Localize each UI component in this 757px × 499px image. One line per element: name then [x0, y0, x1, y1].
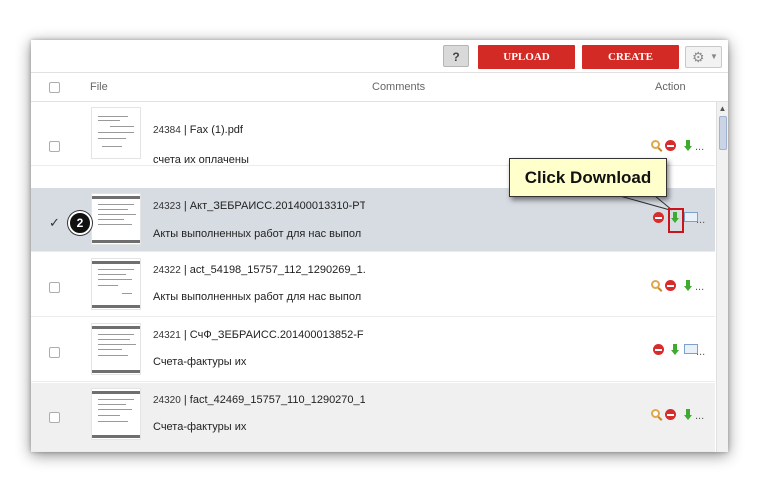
gear-icon: ⚙	[692, 49, 705, 65]
file-comment: счета их оплачены	[153, 154, 249, 166]
delete-icon[interactable]	[653, 344, 664, 355]
more-actions[interactable]: ...	[696, 215, 705, 226]
table-row[interactable]: 24322 | act_54198_15757_112_1290269_1. А…	[31, 253, 715, 317]
file-id: 24323	[153, 201, 181, 212]
delete-icon[interactable]	[653, 212, 664, 223]
table-row[interactable]: 24384 | Fax (1).pdf счета их оплачены ..…	[31, 102, 715, 166]
file-name-text: fact_42469_15757_110_1290270_1	[189, 394, 365, 406]
file-name[interactable]: 24384 | Fax (1).pdf	[153, 124, 365, 137]
file-thumbnail[interactable]	[91, 193, 141, 245]
file-name-text: Fax (1).pdf	[189, 124, 243, 136]
row-checkbox[interactable]	[49, 282, 60, 293]
column-header-action: Action	[655, 81, 686, 93]
file-thumbnail[interactable]	[91, 107, 141, 159]
file-manager-panel: ? UPLOAD CREATE ⚙ ▼ File Comments Action…	[31, 40, 728, 452]
file-name-text: СчФ_ЗЕБРАИСС.201400013852-F	[189, 329, 364, 341]
upload-button[interactable]: UPLOAD	[478, 45, 575, 69]
file-comment: Акты выполненных работ для нас выпол	[153, 228, 362, 240]
download-highlight-box	[668, 208, 684, 233]
table-header: File Comments Action	[31, 72, 728, 102]
file-name-separator: |	[180, 264, 190, 276]
row-checkbox[interactable]	[49, 412, 60, 423]
file-thumbnail[interactable]	[91, 323, 141, 375]
toolbar: ? UPLOAD CREATE ⚙ ▼	[31, 40, 728, 72]
file-id: 24321	[153, 330, 181, 341]
caret-down-icon: ▼	[710, 52, 718, 61]
scroll-up-icon[interactable]: ▲	[718, 104, 727, 113]
file-id: 24320	[153, 395, 181, 406]
file-comment: Акты выполненных работ для нас выпол	[153, 291, 362, 303]
click-download-callout: Click Download	[509, 158, 667, 197]
view-icon-handle	[657, 147, 663, 152]
file-name-text: Акт_ЗЕБРАИСС.201400013310-PT	[189, 200, 365, 212]
download-icon[interactable]	[684, 280, 692, 291]
table-row-selected[interactable]: 24323 | Акт_ЗЕБРАИСС.201400013310-PT Акт…	[31, 188, 715, 252]
file-id: 24322	[153, 265, 181, 276]
more-actions[interactable]: ...	[695, 282, 704, 293]
scrollbar-thumb[interactable]	[719, 116, 727, 150]
delete-icon[interactable]	[665, 409, 676, 420]
download-icon[interactable]	[684, 409, 692, 420]
file-comment: Счета-фактуры их	[153, 356, 247, 368]
download-icon[interactable]	[684, 140, 692, 151]
file-name-text: act_54198_15757_112_1290269_1.	[189, 264, 365, 276]
file-id: 24384	[153, 125, 181, 136]
file-name-separator: |	[180, 124, 190, 136]
file-name[interactable]: 24321 | СчФ_ЗЕБРАИСС.201400013852-F	[153, 329, 365, 342]
view-icon-handle	[657, 416, 663, 421]
file-name[interactable]: 24320 | fact_42469_15757_110_1290270_1	[153, 394, 365, 407]
file-name-separator: |	[180, 329, 190, 341]
view-icon-handle	[657, 287, 663, 292]
more-actions[interactable]: ...	[696, 347, 705, 358]
create-button[interactable]: CREATE	[582, 45, 679, 69]
file-comment: Счета-фактуры их	[153, 421, 247, 433]
file-list: 24384 | Fax (1).pdf счета их оплачены ..…	[31, 102, 715, 452]
select-all-checkbox[interactable]	[49, 82, 60, 93]
help-button[interactable]: ?	[443, 45, 469, 67]
file-name[interactable]: 24323 | Акт_ЗЕБРАИСС.201400013310-PT	[153, 200, 365, 213]
settings-dropdown-button[interactable]: ⚙ ▼	[685, 46, 722, 68]
file-name-separator: |	[180, 200, 190, 212]
file-name[interactable]: 24322 | act_54198_15757_112_1290269_1.	[153, 264, 365, 277]
vertical-scrollbar[interactable]: ▲	[716, 102, 728, 452]
step-number-badge: 2	[68, 211, 92, 235]
table-row[interactable]: 24321 | СчФ_ЗЕБРАИСС.201400013852-F Счет…	[31, 318, 715, 382]
download-icon[interactable]	[671, 344, 679, 355]
table-row[interactable]: 24320 | fact_42469_15757_110_1290270_1 С…	[31, 383, 715, 452]
delete-icon[interactable]	[665, 140, 676, 151]
more-actions[interactable]: ...	[695, 411, 704, 422]
delete-icon[interactable]	[665, 280, 676, 291]
file-thumbnail[interactable]	[91, 258, 141, 310]
column-header-file: File	[90, 81, 108, 93]
column-header-comments: Comments	[372, 81, 426, 93]
row-checked-checkbox[interactable]: ✓	[49, 216, 60, 229]
file-thumbnail[interactable]	[91, 388, 141, 440]
row-checkbox[interactable]	[49, 347, 60, 358]
row-checkbox[interactable]	[49, 141, 60, 152]
more-actions[interactable]: ...	[695, 142, 704, 153]
file-name-separator: |	[180, 394, 190, 406]
